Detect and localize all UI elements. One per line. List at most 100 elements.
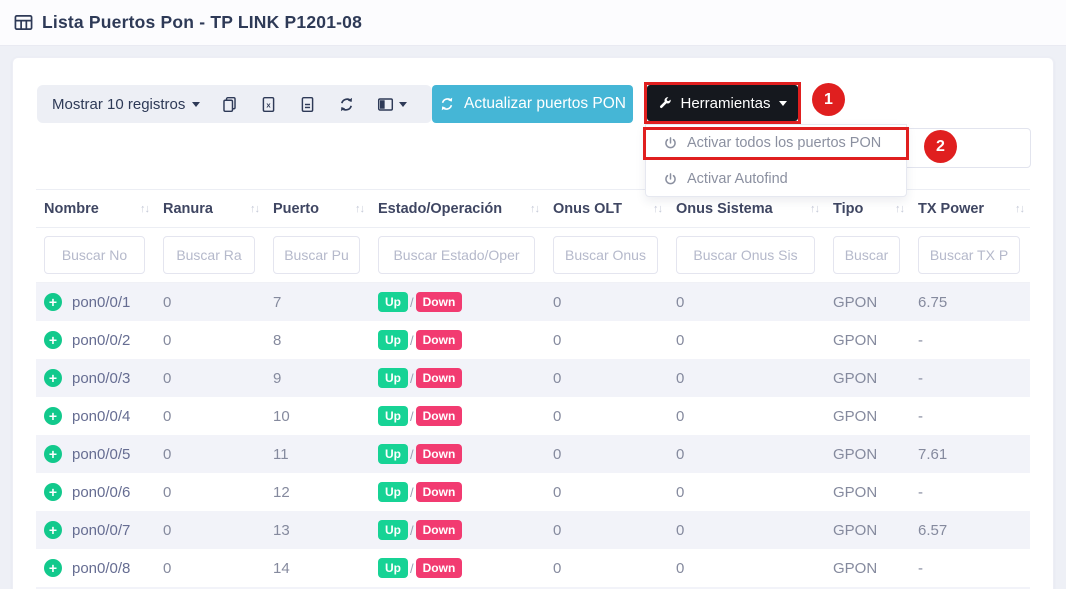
filter-input-ranura[interactable] — [163, 236, 255, 274]
expand-row-icon[interactable] — [44, 331, 62, 349]
status-up-badge: Up — [378, 558, 408, 578]
table-row: pon0/0/5 0 11 Up / Down 0 0 GPON 7.61 — [36, 435, 1030, 473]
show-entries-dropdown[interactable]: Mostrar 10 registros — [37, 85, 210, 123]
port-name: pon0/0/8 — [72, 560, 130, 577]
filter-input-nombre[interactable] — [44, 236, 145, 274]
table-row: pon0/0/8 0 14 Up / Down 0 0 GPON - — [36, 549, 1030, 587]
expand-row-icon[interactable] — [44, 369, 62, 387]
status-down-badge: Down — [416, 520, 463, 540]
port-name: pon0/0/7 — [72, 522, 130, 539]
status-separator: / — [410, 295, 414, 310]
filter-input-onus-olt[interactable] — [553, 236, 658, 274]
caret-down-icon — [399, 102, 407, 107]
port-name: pon0/0/3 — [72, 370, 130, 387]
tools-dropdown-button[interactable]: Herramientas — [647, 85, 798, 121]
annotation-step-2: 2 — [924, 130, 957, 163]
cell-onus-sistema: 0 — [668, 283, 825, 321]
sort-icon: ↑↓ — [810, 203, 819, 215]
cell-tipo: GPON — [825, 473, 910, 511]
filter-input-tipo[interactable] — [833, 236, 900, 274]
cell-estado: Up / Down — [370, 359, 545, 397]
table-toolbar: Mostrar 10 registros x — [37, 85, 432, 123]
sort-icon: ↑↓ — [895, 203, 904, 215]
status-down-badge: Down — [416, 368, 463, 388]
cell-tx-power: - — [910, 549, 1030, 587]
port-name: pon0/0/5 — [72, 446, 130, 463]
status-up-badge: Up — [378, 482, 408, 502]
column-header-ranura[interactable]: Ranura↑↓ — [155, 190, 265, 227]
cell-tipo: GPON — [825, 435, 910, 473]
column-visibility-button[interactable] — [366, 85, 418, 123]
expand-row-icon[interactable] — [44, 445, 62, 463]
table-row: pon0/0/2 0 8 Up / Down 0 0 GPON - — [36, 321, 1030, 359]
status-down-badge: Down — [416, 292, 463, 312]
expand-row-icon[interactable] — [44, 559, 62, 577]
reload-table-button[interactable] — [327, 85, 366, 123]
update-pon-ports-button[interactable]: Actualizar puertos PON — [432, 85, 633, 123]
cell-onus-sistema: 0 — [668, 359, 825, 397]
column-header-tx-power[interactable]: TX Power↑↓ — [910, 190, 1030, 227]
filter-input-puerto[interactable] — [273, 236, 360, 274]
cell-puerto: 10 — [265, 397, 370, 435]
cell-tx-power: - — [910, 321, 1030, 359]
status-separator: / — [410, 485, 414, 500]
column-header-puerto[interactable]: Puerto↑↓ — [265, 190, 370, 227]
port-name: pon0/0/6 — [72, 484, 130, 501]
cell-ranura: 0 — [155, 397, 265, 435]
refresh-icon — [439, 96, 455, 112]
tools-dropdown-label: Herramientas — [680, 95, 770, 112]
table-grid-icon — [14, 13, 33, 32]
cell-ranura: 0 — [155, 549, 265, 587]
column-header-estado[interactable]: Estado/Operación↑↓ — [370, 190, 545, 227]
excel-export-button[interactable]: x — [249, 85, 288, 123]
expand-row-icon[interactable] — [44, 293, 62, 311]
cell-tx-power: - — [910, 397, 1030, 435]
expand-row-icon[interactable] — [44, 483, 62, 501]
cell-onus-sistema: 0 — [668, 397, 825, 435]
excel-export-icon: x — [260, 96, 277, 113]
filter-input-onus-sistema[interactable] — [676, 236, 815, 274]
cell-estado: Up / Down — [370, 435, 545, 473]
status-separator: / — [410, 333, 414, 348]
cell-onus-olt: 0 — [545, 549, 668, 587]
port-name: pon0/0/2 — [72, 332, 130, 349]
cell-estado: Up / Down — [370, 283, 545, 321]
caret-down-icon — [192, 102, 200, 107]
cell-estado: Up / Down — [370, 511, 545, 549]
column-header-nombre[interactable]: Nombre↑↓ — [36, 190, 155, 227]
copy-icon — [221, 96, 238, 113]
cell-ranura: 0 — [155, 359, 265, 397]
cell-onus-olt: 0 — [545, 283, 668, 321]
filter-input-tx-power[interactable] — [918, 236, 1020, 274]
filter-input-estado[interactable] — [378, 236, 535, 274]
menu-item-label: Activar todos los puertos PON — [687, 135, 881, 151]
table-row: pon0/0/6 0 12 Up / Down 0 0 GPON - — [36, 473, 1030, 511]
sort-icon: ↑↓ — [1015, 203, 1024, 215]
refresh-icon — [338, 96, 355, 113]
show-entries-label: Mostrar 10 registros — [52, 96, 185, 113]
cell-tipo: GPON — [825, 359, 910, 397]
status-up-badge: Up — [378, 520, 408, 540]
expand-row-icon[interactable] — [44, 407, 62, 425]
status-down-badge: Down — [416, 330, 463, 350]
table-body: pon0/0/1 0 7 Up / Down 0 0 GPON 6.75 pon… — [36, 283, 1030, 587]
status-down-badge: Down — [416, 406, 463, 426]
status-down-badge: Down — [416, 444, 463, 464]
menu-item-activate-autofind[interactable]: Activar Autofind — [646, 161, 906, 197]
menu-item-activate-all-pon-ports[interactable]: Activar todos los puertos PON — [646, 125, 906, 161]
menu-item-label: Activar Autofind — [687, 171, 788, 187]
cell-ranura: 0 — [155, 435, 265, 473]
cell-ranura: 0 — [155, 321, 265, 359]
column-visibility-icon — [377, 96, 394, 113]
svg-text:x: x — [267, 100, 272, 109]
sort-icon: ↑↓ — [355, 203, 364, 215]
file-export-icon — [299, 96, 316, 113]
cell-ranura: 0 — [155, 473, 265, 511]
copy-button[interactable] — [210, 85, 249, 123]
status-down-badge: Down — [416, 558, 463, 578]
file-export-button[interactable] — [288, 85, 327, 123]
cell-puerto: 9 — [265, 359, 370, 397]
cell-estado: Up / Down — [370, 397, 545, 435]
expand-row-icon[interactable] — [44, 521, 62, 539]
status-separator: / — [410, 409, 414, 424]
